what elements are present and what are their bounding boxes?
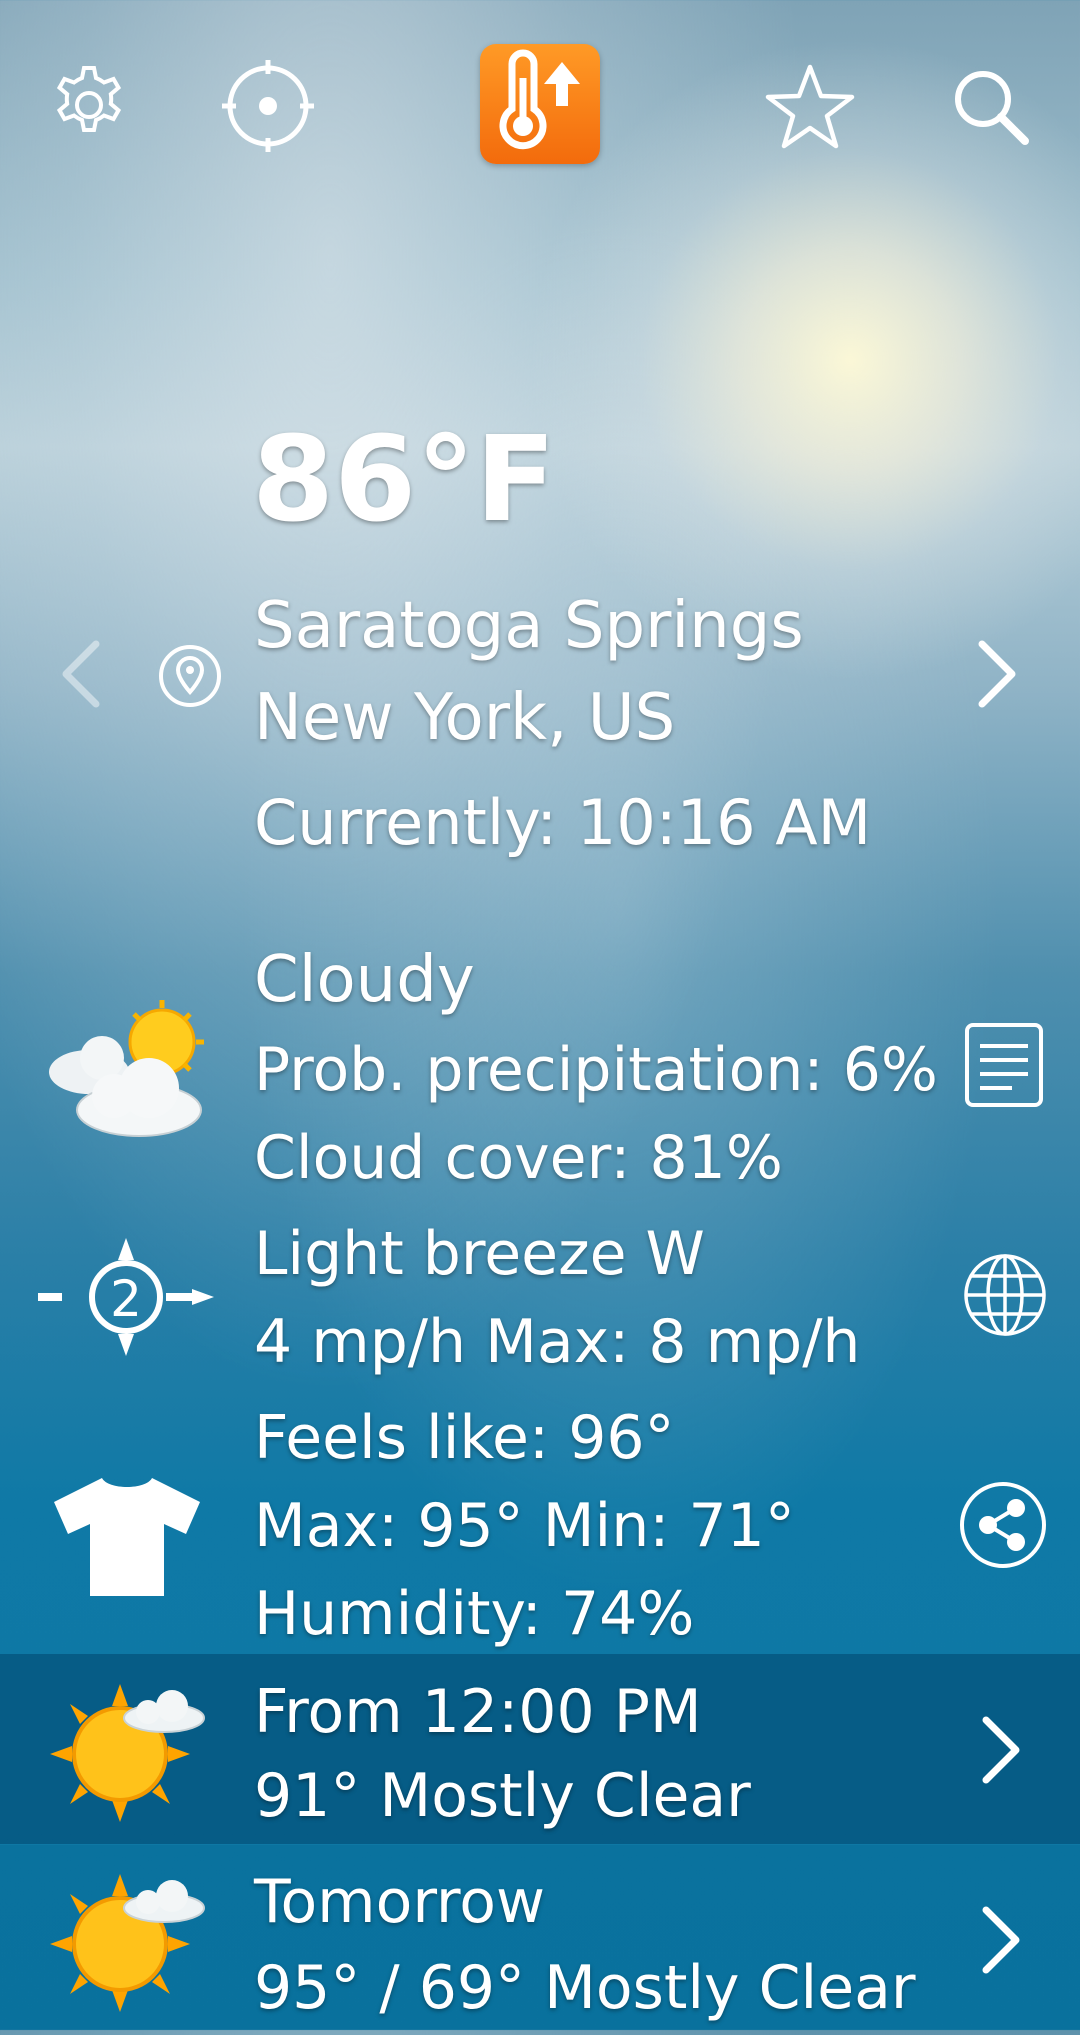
condition-summary: Cloudy	[254, 943, 475, 1017]
feels-like: Feels like: 96°	[254, 1403, 675, 1473]
max-min-temperature: Max: 95° Min: 71°	[254, 1491, 795, 1561]
forecast-detail: 91° Mostly Clear	[254, 1761, 751, 1831]
wind-compass-icon: 2	[36, 1236, 216, 1362]
chevron-right-icon[interactable]	[980, 1906, 1024, 1978]
forecast-title: Tomorrow	[254, 1867, 546, 1937]
cloud-cover: Cloud cover: 81%	[254, 1123, 783, 1193]
gear-icon[interactable]	[46, 62, 132, 148]
crosshair-icon[interactable]	[222, 60, 314, 152]
mostly-clear-icon	[48, 1866, 208, 2020]
wind-force-number: 2	[110, 1270, 142, 1328]
globe-icon[interactable]	[962, 1252, 1048, 1342]
wind-speed: 4 mp/h Max: 8 mp/h	[254, 1307, 861, 1377]
humidity: Humidity: 74%	[254, 1579, 695, 1649]
search-icon[interactable]	[950, 66, 1032, 148]
star-icon[interactable]	[764, 62, 856, 152]
city-name: Saratoga Springs	[254, 589, 804, 663]
share-icon[interactable]	[958, 1480, 1048, 1574]
details-report-icon[interactable]	[964, 1022, 1044, 1112]
tshirt-icon	[54, 1474, 200, 1602]
current-time: Currently: 10:16 AM	[254, 786, 872, 859]
forecast-detail: 95° / 69° Mostly Clear	[254, 1953, 916, 2023]
previous-location-arrow[interactable]	[58, 640, 102, 712]
location-pin-icon	[158, 644, 222, 712]
cloudy-sun-icon	[44, 1000, 214, 1144]
next-location-arrow[interactable]	[976, 640, 1020, 712]
forecast-title: From 12:00 PM	[254, 1677, 702, 1747]
thermometer-up-icon[interactable]	[480, 44, 600, 164]
precipitation-probability: Prob. precipitation: 6%	[254, 1035, 938, 1105]
mostly-clear-icon	[48, 1676, 208, 1830]
region-name: New York, US	[254, 681, 676, 755]
chevron-right-icon[interactable]	[980, 1716, 1024, 1788]
wind-description: Light breeze W	[254, 1219, 705, 1289]
current-temperature: 86°F	[252, 410, 556, 548]
